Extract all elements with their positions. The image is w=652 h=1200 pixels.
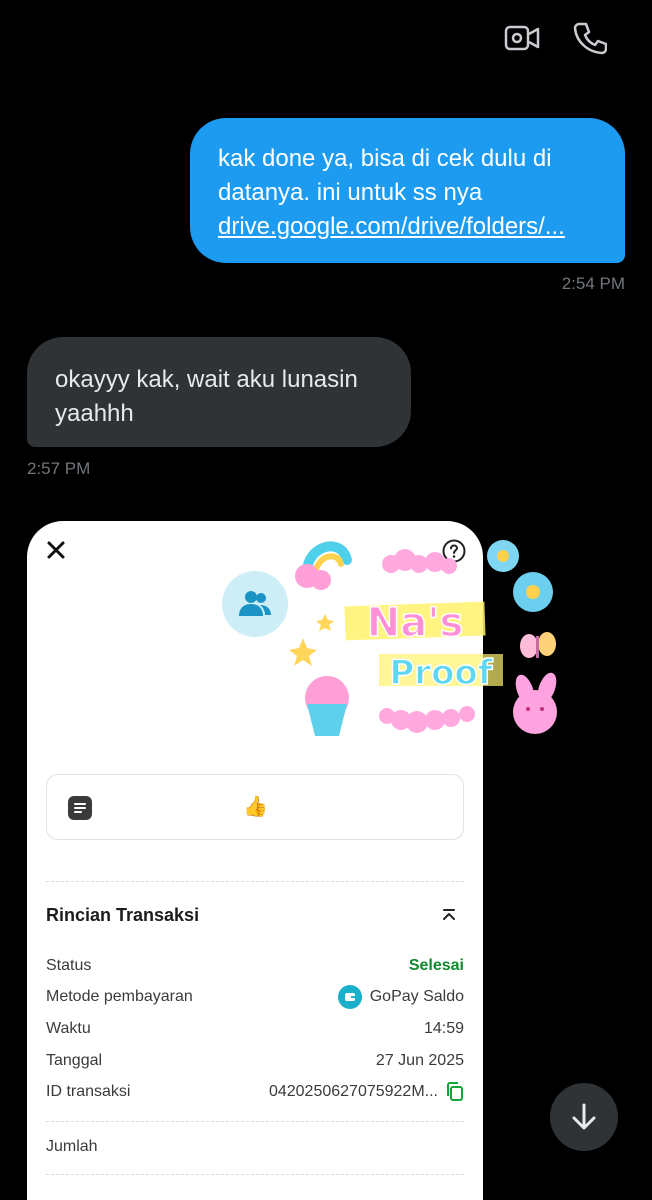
- star-decoration: [289, 638, 317, 666]
- scroll-to-bottom-button[interactable]: [550, 1083, 618, 1151]
- sticker-text-proof: Proof: [389, 653, 493, 693]
- message-text: datanya. ini untuk ss nya: [218, 179, 483, 206]
- divider: [46, 1174, 464, 1175]
- divider: [46, 1121, 464, 1122]
- outgoing-message-bubble[interactable]: kak done ya, bisa di cek dulu di datanya…: [190, 118, 625, 263]
- row-label: ID transaksi: [46, 1083, 131, 1100]
- message-text: yaahhh: [55, 400, 134, 427]
- date-value: 27 Jun 2025: [375, 1052, 464, 1069]
- section-title: Rincian Transaksi: [46, 905, 200, 925]
- detail-row-time: Waktu 14:59: [46, 1017, 464, 1041]
- video-call-icon[interactable]: [502, 18, 542, 58]
- message-timestamp: 2:54 PM: [561, 274, 625, 293]
- incoming-message-bubble[interactable]: okayyy kak, wait aku lunasin yaahhh: [27, 337, 411, 447]
- detail-row-payment-method: Metode pembayaran GoPay Saldo: [46, 985, 464, 1009]
- cloud-decoration: [382, 549, 457, 574]
- payment-method-text: GoPay Saldo: [369, 988, 464, 1005]
- arrow-down-icon: [572, 1103, 596, 1130]
- nas-proof-sticker: Na's Proof: [289, 540, 557, 736]
- row-label: Tanggal: [46, 1052, 103, 1069]
- detail-row-transaction-id: ID transaksi 0420250627075922M...: [46, 1080, 464, 1104]
- detail-row-amount: Jumlah: [46, 1135, 464, 1159]
- wallet-icon: [337, 985, 362, 1009]
- row-label: Waktu: [46, 1020, 91, 1037]
- status-value: Selesai: [408, 957, 464, 974]
- flower-decoration: [487, 540, 553, 612]
- time-value: 14:59: [423, 1020, 464, 1037]
- chevron-up-icon[interactable]: [441, 907, 457, 923]
- row-label: Jumlah: [46, 1138, 98, 1155]
- payment-method-value: GoPay Saldo: [337, 985, 464, 1009]
- message-text: okayyy kak, wait aku lunasin: [55, 366, 358, 393]
- row-label: Metode pembayaran: [46, 988, 193, 1005]
- sticker-text-nas: Na's: [367, 600, 464, 646]
- close-icon: [47, 541, 65, 559]
- cupcake-decoration: [305, 676, 349, 736]
- message-timestamp: 2:57 PM: [27, 459, 91, 478]
- thumbs-up-emoji: 👍: [243, 796, 268, 818]
- copy-icon[interactable]: [446, 1082, 464, 1102]
- divider: [46, 881, 464, 882]
- transaction-id-text: 0420250627075922M...: [268, 1083, 438, 1100]
- detail-row-date: Tanggal 27 Jun 2025: [46, 1049, 464, 1073]
- cloud-decoration: [379, 706, 475, 733]
- phone-call-icon[interactable]: [570, 18, 610, 58]
- transaction-id-value: 0420250627075922M...: [269, 1080, 464, 1104]
- message-text: kak done ya, bisa di cek dulu di: [218, 145, 552, 172]
- recipient-avatar: [222, 571, 288, 637]
- row-label: Status: [46, 957, 92, 974]
- star-decoration: [316, 614, 334, 631]
- butterfly-decoration: [520, 632, 556, 658]
- note-icon: [68, 796, 92, 820]
- note-box: 👍: [46, 774, 464, 840]
- users-icon: [239, 591, 271, 616]
- rainbow-cloud-decoration: [295, 541, 352, 590]
- bunny-decoration: [513, 672, 557, 734]
- drive-link[interactable]: drive.google.com/drive/folders/...: [218, 210, 599, 244]
- detail-row-status: Status Selesai: [46, 954, 464, 978]
